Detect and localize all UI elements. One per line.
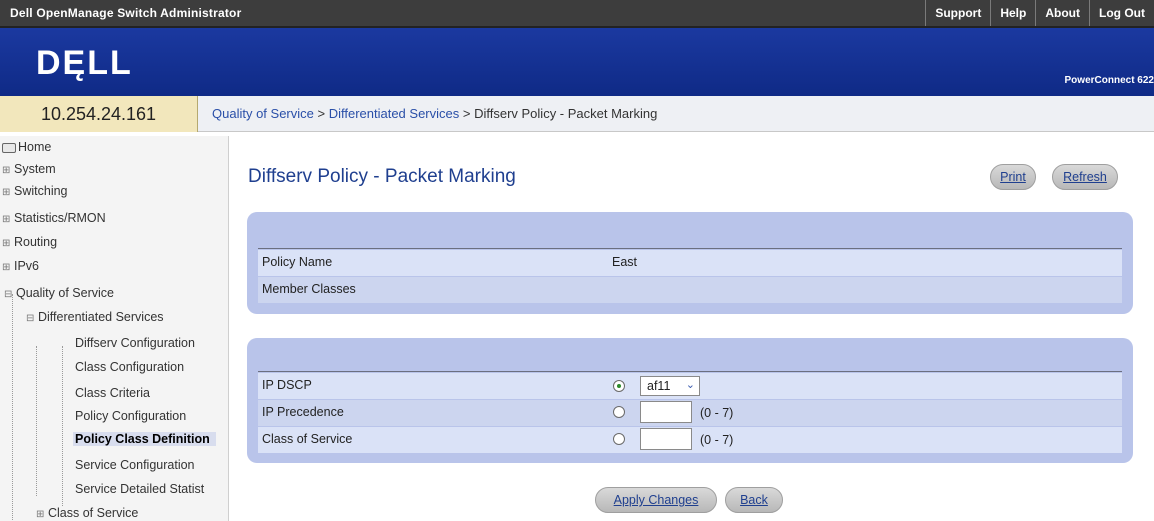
tree-guide [12, 294, 13, 521]
nav-home[interactable]: Home [2, 140, 51, 154]
apply-changes-button[interactable]: Apply Changes [595, 487, 717, 513]
policy-name-label: Policy Name [262, 255, 333, 269]
nav-class-of-service[interactable]: ⊞ Class of Service [36, 506, 138, 520]
breadcrumb: Quality of Service > Differentiated Serv… [212, 106, 657, 121]
nav-label: Quality of Service [16, 286, 114, 300]
ip-precedence-label: IP Precedence [262, 405, 344, 419]
nav-label: Statistics/RMON [14, 211, 106, 225]
nav-system[interactable]: ⊞ System [2, 162, 56, 176]
nav-label: Differentiated Services [38, 310, 164, 324]
home-icon [2, 142, 16, 153]
expand-icon: ⊞ [2, 187, 11, 198]
top-bar: Dell OpenManage Switch Administrator Sup… [0, 0, 1154, 28]
top-links: Support Help About Log Out [925, 0, 1154, 26]
nav-class-configuration[interactable]: Class Configuration [75, 360, 184, 374]
ip-dscp-select[interactable]: af11 ⌄ [640, 376, 700, 396]
expand-icon: ⊞ [2, 262, 11, 273]
nav-label: Home [18, 140, 52, 154]
logout-link[interactable]: Log Out [1089, 0, 1154, 26]
class-of-service-input[interactable] [640, 428, 692, 450]
policy-name-row: Policy Name East [258, 250, 1122, 276]
policy-name-value: East [612, 255, 638, 269]
ip-precedence-range: (0 - 7) [700, 406, 734, 420]
nav-policy-class-definition[interactable]: Policy Class Definition [73, 432, 216, 446]
nav-differentiated-services[interactable]: ⊟ Differentiated Services [26, 310, 164, 324]
expand-icon: ⊞ [36, 509, 45, 520]
nav-statistics-rmon[interactable]: ⊞ Statistics/RMON [2, 211, 106, 225]
member-classes-label: Member Classes [262, 282, 356, 296]
product-name: PowerConnect 622 [1064, 75, 1154, 86]
nav-label: Switching [14, 184, 68, 198]
breadcrumb-current: Diffserv Policy - Packet Marking [474, 106, 658, 121]
class-of-service-label: Class of Service [262, 432, 353, 446]
nav-label: Class of Service [48, 506, 139, 520]
support-link[interactable]: Support [925, 0, 990, 26]
refresh-button[interactable]: Refresh [1052, 164, 1118, 190]
breadcrumb-separator: > [459, 106, 475, 121]
nav-routing[interactable]: ⊞ Routing [2, 235, 57, 249]
expand-icon: ⊞ [2, 238, 11, 249]
divider [258, 371, 1122, 372]
left-nav: Home ⊞ System ⊞ Switching ⊞ Statistics/RMON… [0, 136, 229, 521]
nav-quality-of-service[interactable]: ⊟ Quality of Service [4, 286, 114, 300]
class-of-service-range: (0 - 7) [700, 433, 734, 447]
nav-label: Routing [14, 235, 58, 249]
print-button[interactable]: Print [990, 164, 1036, 190]
expand-icon: ⊞ [2, 214, 11, 225]
tree-guide [36, 346, 37, 496]
ip-dscp-selected: af11 [647, 379, 671, 393]
ip-dscp-radio[interactable] [613, 380, 625, 392]
nav-policy-configuration[interactable]: Policy Configuration [75, 409, 186, 423]
ip-precedence-input[interactable] [640, 401, 692, 423]
member-classes-row: Member Classes [258, 277, 1122, 303]
nav-ipv6[interactable]: ⊞ IPv6 [2, 259, 39, 273]
nav-service-detailed-statistics[interactable]: Service Detailed Statist [75, 482, 204, 496]
nav-switching[interactable]: ⊞ Switching [2, 184, 68, 198]
nav-service-configuration[interactable]: Service Configuration [75, 458, 195, 472]
ip-dscp-label: IP DSCP [262, 378, 312, 392]
breadcrumb-diffserv[interactable]: Differentiated Services [329, 106, 460, 121]
breadcrumb-qos[interactable]: Quality of Service [212, 106, 314, 121]
brand-bar [0, 28, 1154, 96]
class-of-service-radio[interactable] [613, 433, 625, 445]
divider [258, 248, 1122, 249]
nav-label: IPv6 [14, 259, 40, 273]
chevron-down-icon: ⌄ [685, 379, 695, 391]
back-button[interactable]: Back [725, 487, 783, 513]
tree-guide [62, 346, 63, 506]
expand-icon: ⊞ [2, 165, 11, 176]
nav-class-criteria[interactable]: Class Criteria [75, 386, 150, 400]
help-link[interactable]: Help [990, 0, 1035, 26]
page-title: Diffserv Policy - Packet Marking [248, 166, 516, 187]
ip-address: 10.254.24.161 [0, 96, 198, 132]
collapse-icon: ⊟ [26, 313, 35, 324]
app-title: Dell OpenManage Switch Administrator [10, 6, 242, 20]
dell-logo: DĘLL [36, 44, 133, 82]
nav-label: System [14, 162, 56, 176]
ip-precedence-radio[interactable] [613, 406, 625, 418]
nav-diffserv-configuration[interactable]: Diffserv Configuration [75, 336, 195, 350]
breadcrumb-separator: > [313, 106, 329, 121]
collapse-icon: ⊟ [4, 289, 13, 300]
about-link[interactable]: About [1035, 0, 1089, 26]
